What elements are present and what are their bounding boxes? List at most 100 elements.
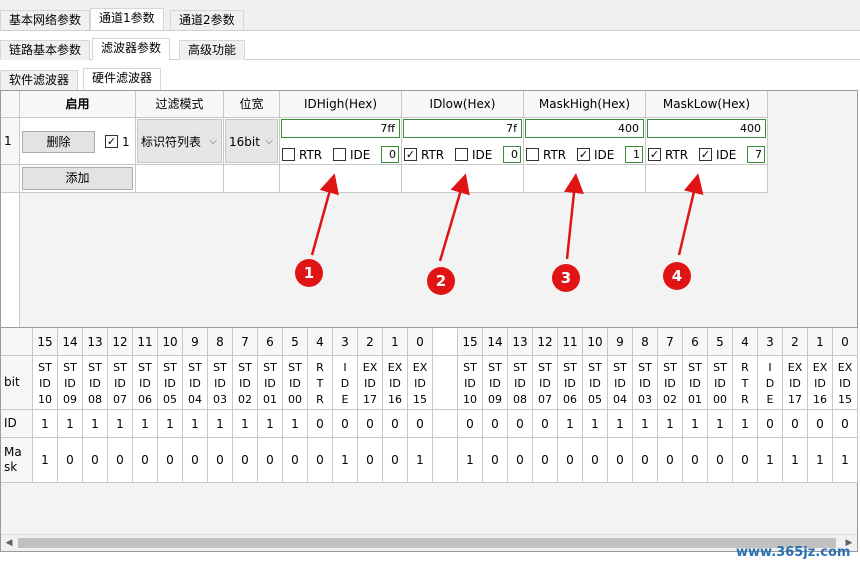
bit-id-value: 1 bbox=[608, 410, 633, 438]
bit-id-value: 1 bbox=[683, 410, 708, 438]
bit-id-value: 0 bbox=[358, 410, 383, 438]
bit-name: ST ID 07 bbox=[533, 356, 558, 410]
bit-mask-value: 0 bbox=[633, 438, 658, 483]
tab-channel1[interactable]: 通道1参数 bbox=[90, 8, 164, 30]
bit-mask-value: 0 bbox=[183, 438, 208, 483]
bit-name: ST ID 03 bbox=[208, 356, 233, 410]
bit-name: ST ID 02 bbox=[233, 356, 258, 410]
bit-id-value: 1 bbox=[708, 410, 733, 438]
bit-id-value: 1 bbox=[258, 410, 283, 438]
bit-number: 11 bbox=[133, 328, 158, 356]
bit-name: ST ID 03 bbox=[633, 356, 658, 410]
bit-mask-value: 0 bbox=[483, 438, 508, 483]
bit-name: ST ID 04 bbox=[608, 356, 633, 410]
bit-id-value: 0 bbox=[758, 410, 783, 438]
bit-number: 11 bbox=[558, 328, 583, 356]
bit-id-value: 1 bbox=[233, 410, 258, 438]
bit-number: 15 bbox=[33, 328, 58, 356]
bit-table-row-label: ID bbox=[1, 410, 33, 438]
bit-mask-value: 0 bbox=[608, 438, 633, 483]
bit-name: EX ID 17 bbox=[358, 356, 383, 410]
bit-id-value: 1 bbox=[633, 410, 658, 438]
scroll-left-icon[interactable]: ◀ bbox=[1, 535, 17, 551]
bit-mask-value: 0 bbox=[583, 438, 608, 483]
bit-id-value: 0 bbox=[783, 410, 808, 438]
bit-number: 15 bbox=[458, 328, 483, 356]
bit-number: 5 bbox=[283, 328, 308, 356]
tab-hardware-filter[interactable]: 硬件滤波器 bbox=[83, 68, 162, 90]
bit-mask-value: 0 bbox=[158, 438, 183, 483]
bit-number: 6 bbox=[258, 328, 283, 356]
bit-table-corner bbox=[1, 328, 33, 356]
bit-number: 1 bbox=[383, 328, 408, 356]
bit-id-value: 1 bbox=[58, 410, 83, 438]
marker-1: 1 bbox=[295, 259, 323, 287]
bit-mask-value: 0 bbox=[58, 438, 83, 483]
arrow-2 bbox=[438, 173, 470, 262]
bit-name: IDE bbox=[758, 356, 783, 410]
bit-name: ST ID 05 bbox=[158, 356, 183, 410]
arrow-4 bbox=[677, 173, 704, 256]
bit-name: IDE bbox=[333, 356, 358, 410]
bit-number: 0 bbox=[408, 328, 433, 356]
bit-mask-value: 0 bbox=[533, 438, 558, 483]
bit-mask-value: 0 bbox=[733, 438, 758, 483]
bit-number: 7 bbox=[658, 328, 683, 356]
bit-id-value: 0 bbox=[808, 410, 833, 438]
bit-group-gap bbox=[433, 328, 458, 356]
bit-name: ST ID 01 bbox=[258, 356, 283, 410]
bit-id-value: 0 bbox=[458, 410, 483, 438]
bit-number: 1 bbox=[808, 328, 833, 356]
bit-name: ST ID 05 bbox=[583, 356, 608, 410]
bit-name: ST ID 09 bbox=[58, 356, 83, 410]
bit-id-value: 0 bbox=[483, 410, 508, 438]
bit-name: ST ID 08 bbox=[83, 356, 108, 410]
bit-number: 2 bbox=[358, 328, 383, 356]
tab-basic-network[interactable]: 基本网络参数 bbox=[0, 10, 91, 30]
bit-id-value: 1 bbox=[108, 410, 133, 438]
bit-mask-value: 1 bbox=[408, 438, 433, 483]
tab-software-filter[interactable]: 软件滤波器 bbox=[0, 70, 79, 90]
bit-number: 0 bbox=[833, 328, 858, 356]
tab-channel2[interactable]: 通道2参数 bbox=[170, 10, 244, 30]
bit-mask-value: 0 bbox=[283, 438, 308, 483]
bit-number: 3 bbox=[758, 328, 783, 356]
bit-mask-value: 0 bbox=[208, 438, 233, 483]
marker-2: 2 bbox=[427, 267, 455, 295]
scroll-thumb[interactable] bbox=[18, 538, 836, 548]
bit-mask-value: 0 bbox=[233, 438, 258, 483]
bit-mask-value: 0 bbox=[683, 438, 708, 483]
marker-4: 4 bbox=[663, 262, 691, 290]
bit-id-value: 0 bbox=[408, 410, 433, 438]
bit-mask-value: 1 bbox=[33, 438, 58, 483]
bit-mask-value: 0 bbox=[508, 438, 533, 483]
bit-number: 10 bbox=[583, 328, 608, 356]
bit-number: 5 bbox=[708, 328, 733, 356]
bit-id-value: 0 bbox=[508, 410, 533, 438]
bit-name: ST ID 10 bbox=[33, 356, 58, 410]
bit-group-gap bbox=[433, 410, 458, 438]
tab-advanced[interactable]: 高级功能 bbox=[179, 40, 246, 60]
tabbar-level1: 基本网络参数 通道1参数 通道2参数 bbox=[0, 0, 860, 31]
horizontal-scrollbar[interactable]: ◀ ▶ bbox=[1, 534, 857, 551]
bit-number: 8 bbox=[208, 328, 233, 356]
bit-number: 3 bbox=[333, 328, 358, 356]
filter-panel: 启用 过滤模式 位宽 IDHigh(Hex) IDlow(Hex) MaskHi… bbox=[0, 90, 858, 552]
bit-group-gap bbox=[433, 438, 458, 483]
tab-filter-params[interactable]: 滤波器参数 bbox=[92, 38, 171, 60]
marker-3: 3 bbox=[552, 264, 580, 292]
bit-table-row-label: bit bbox=[1, 356, 33, 410]
bit-table: bit ID Ma sk 15 ST ID 10 1 1 14 ST ID 09 1 0 13 ST ID 08 1 0 1… bbox=[1, 327, 858, 483]
bit-name: ST ID 07 bbox=[108, 356, 133, 410]
bit-name: EX ID 15 bbox=[833, 356, 858, 410]
tab-link-basic[interactable]: 链路基本参数 bbox=[0, 40, 91, 60]
bit-mask-value: 0 bbox=[383, 438, 408, 483]
bit-mask-value: 1 bbox=[333, 438, 358, 483]
bit-mask-value: 1 bbox=[758, 438, 783, 483]
bit-name: ST ID 10 bbox=[458, 356, 483, 410]
bit-table-row-label: Ma sk bbox=[1, 438, 33, 483]
bit-number: 7 bbox=[233, 328, 258, 356]
bit-name: ST ID 01 bbox=[683, 356, 708, 410]
bit-id-value: 1 bbox=[733, 410, 758, 438]
watermark: www.365jz.com bbox=[736, 545, 851, 560]
